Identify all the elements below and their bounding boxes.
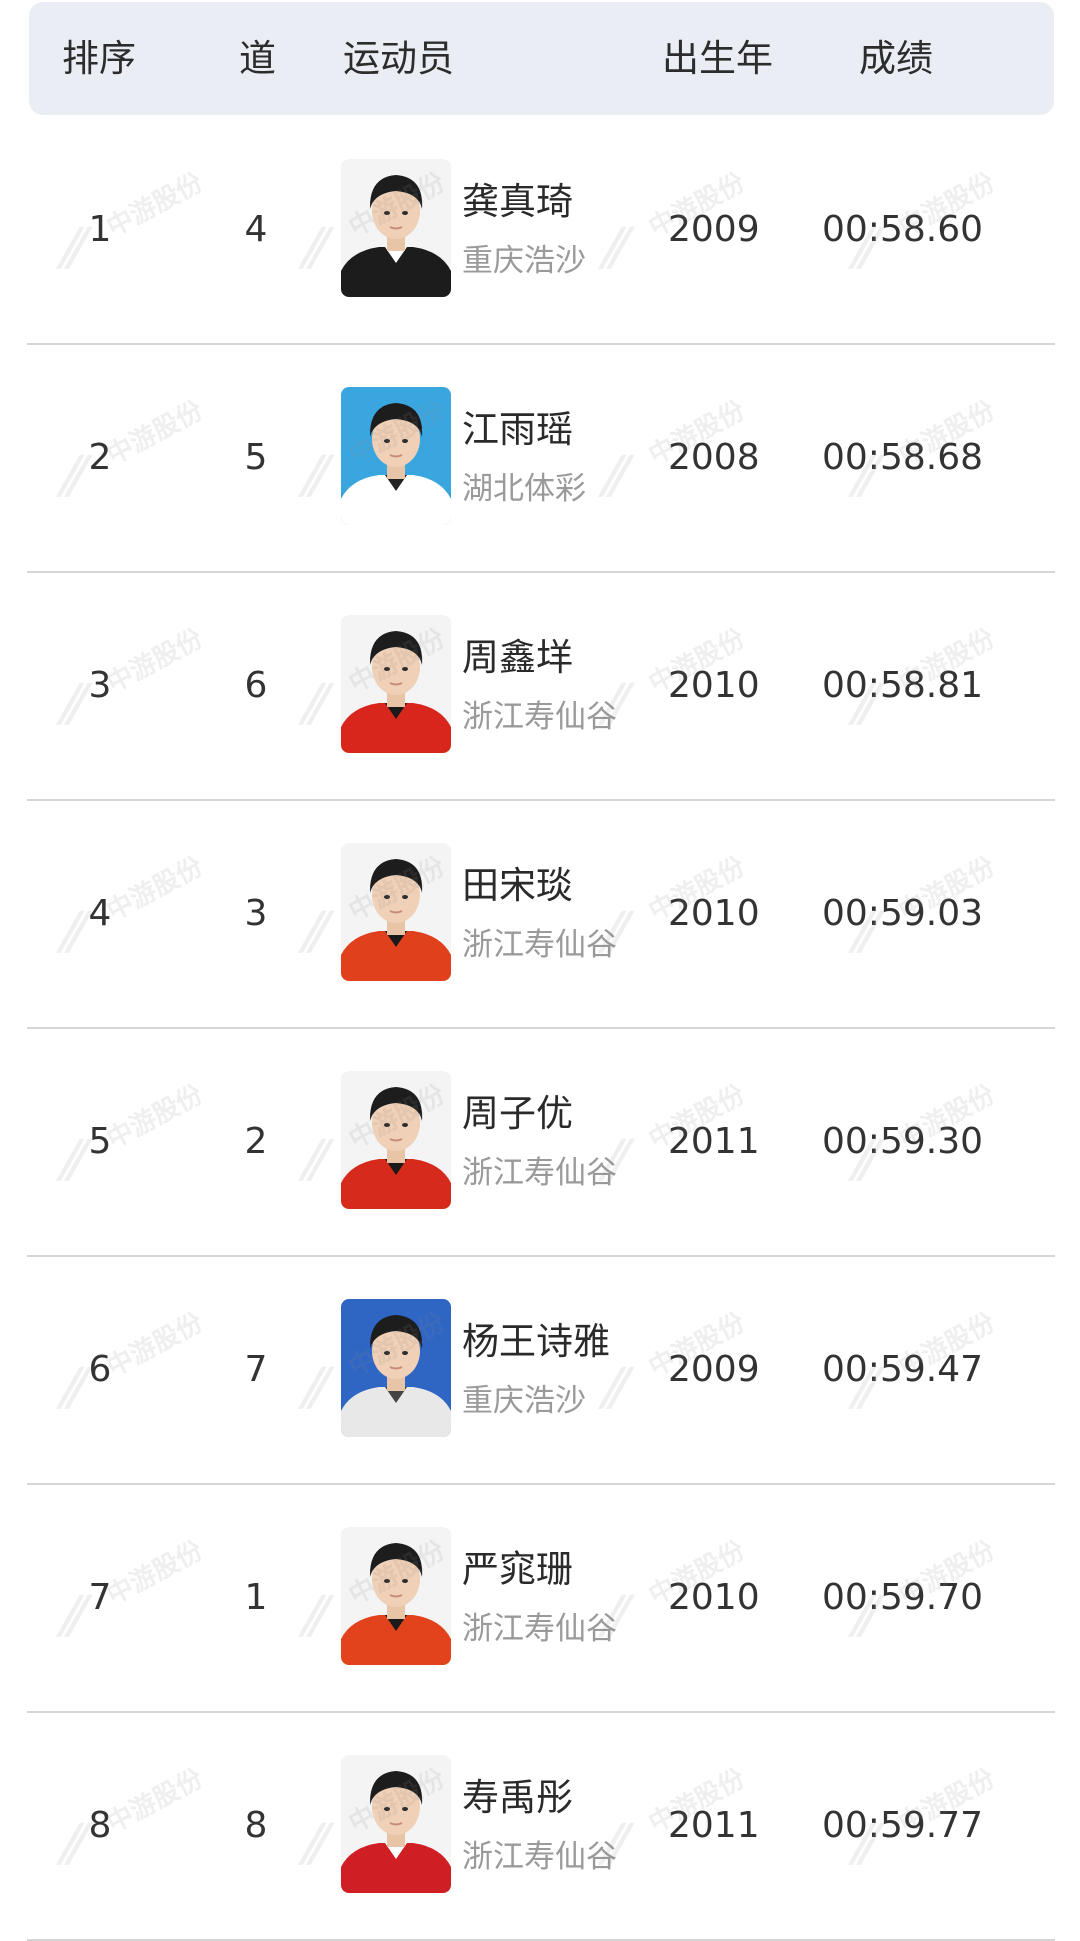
result-cell: 00:59.77 [822,1805,983,1846]
result-cell: 00:58.81 [822,665,983,706]
athlete-photo [341,1755,451,1893]
athlete-photo [341,387,451,525]
birth-year-cell: 2010 [668,893,760,934]
watermark-logo-icon: ⫽ [300,217,325,280]
athlete-team: 重庆浩沙 [462,1383,586,1419]
lane-cell: 7 [244,1349,268,1390]
rank-cell: 6 [88,1349,112,1390]
table-row[interactable]: 52周子优浙江寿仙谷201100:59.30⫽中游股份⫽中游股份⫽中游股份⫽中游… [0,1029,1080,1257]
athlete-photo [341,1299,451,1437]
birth-year-cell: 2011 [668,1805,760,1846]
athlete-name: 寿禹彤 [462,1776,573,1819]
table-row[interactable]: 43田宋琰浙江寿仙谷201000:59.03⫽中游股份⫽中游股份⫽中游股份⫽中游… [0,801,1080,1029]
watermark-logo-icon: ⫽ [300,1129,325,1192]
rank-cell: 7 [88,1577,112,1618]
watermark: ⫽中游股份 [300,1308,450,1421]
lane-cell: 1 [244,1577,268,1618]
athlete-photo [341,843,451,981]
watermark-logo-icon: ⫽ [300,901,325,964]
athlete-name: 江雨瑶 [462,408,573,451]
athlete-team: 湖北体彩 [462,471,586,507]
athlete-name: 周鑫垟 [462,636,573,679]
athlete-team: 浙江寿仙谷 [462,927,617,963]
watermark: ⫽中游股份 [300,624,450,737]
watermark: ⫽中游股份 [600,1308,750,1421]
rank-cell: 2 [88,437,112,478]
watermark-logo-icon: ⫽ [300,1357,325,1420]
rank-cell: 5 [88,1121,112,1162]
athlete-photo [341,159,451,297]
table-header: 排序 道 运动员 出生年 成绩 [29,2,1054,115]
table-row[interactable]: 67杨王诗雅重庆浩沙200900:59.47⫽中游股份⫽中游股份⫽中游股份⫽中游… [0,1257,1080,1485]
table-row[interactable]: 71严窕珊浙江寿仙谷201000:59.70⫽中游股份⫽中游股份⫽中游股份⫽中游… [0,1485,1080,1713]
watermark: ⫽中游股份 [300,1764,450,1877]
watermark: ⫽中游股份 [300,852,450,965]
watermark: ⫽中游股份 [600,396,750,509]
athlete-team: 重庆浩沙 [462,243,586,279]
table-row[interactable]: 14龚真琦重庆浩沙200900:58.60⫽中游股份⫽中游股份⫽中游股份⫽中游股… [0,117,1080,345]
header-athlete: 运动员 [343,37,454,80]
table-row[interactable]: 25江雨瑶湖北体彩200800:58.68⫽中游股份⫽中游股份⫽中游股份⫽中游股… [0,345,1080,573]
watermark-logo-icon: ⫽ [300,673,325,736]
birth-year-cell: 2009 [668,209,760,250]
result-cell: 00:59.03 [822,893,983,934]
birth-year-cell: 2009 [668,1349,760,1390]
result-cell: 00:58.68 [822,437,983,478]
watermark-logo-icon: ⫽ [300,1813,325,1876]
athlete-team: 浙江寿仙谷 [462,1155,617,1191]
lane-cell: 3 [244,893,268,934]
header-lane: 道 [239,37,276,80]
rank-cell: 4 [88,893,112,934]
watermark-logo-icon: ⫽ [600,217,625,280]
result-cell: 00:59.70 [822,1577,983,1618]
result-cell: 00:59.47 [822,1349,983,1390]
result-cell: 00:58.60 [822,209,983,250]
rank-cell: 3 [88,665,112,706]
athlete-photo [341,1527,451,1665]
athlete-name: 龚真琦 [462,180,573,223]
athlete-team: 浙江寿仙谷 [462,1611,617,1647]
birth-year-cell: 2008 [668,437,760,478]
header-rank: 排序 [62,37,136,80]
table-row[interactable]: 88寿禹彤浙江寿仙谷201100:59.77⫽中游股份⫽中游股份⫽中游股份⫽中游… [0,1713,1080,1941]
watermark: ⫽中游股份 [600,168,750,281]
lane-cell: 8 [244,1805,268,1846]
lane-cell: 5 [244,437,268,478]
watermark-logo-icon: ⫽ [300,1585,325,1648]
watermark: ⫽中游股份 [300,396,450,509]
athlete-name: 杨王诗雅 [462,1320,610,1363]
rank-cell: 8 [88,1805,112,1846]
birth-year-cell: 2010 [668,1577,760,1618]
header-result: 成绩 [859,37,933,80]
lane-cell: 4 [244,209,268,250]
birth-year-cell: 2011 [668,1121,760,1162]
lane-cell: 2 [244,1121,268,1162]
watermark-logo-icon: ⫽ [600,1357,625,1420]
watermark-logo-icon: ⫽ [300,445,325,508]
athlete-name: 田宋琰 [462,864,573,907]
athlete-name: 严窕珊 [462,1548,573,1591]
athlete-team: 浙江寿仙谷 [462,699,617,735]
result-cell: 00:59.30 [822,1121,983,1162]
watermark-logo-icon: ⫽ [600,445,625,508]
birth-year-cell: 2010 [668,665,760,706]
table-row[interactable]: 36周鑫垟浙江寿仙谷201000:58.81⫽中游股份⫽中游股份⫽中游股份⫽中游… [0,573,1080,801]
athlete-team: 浙江寿仙谷 [462,1839,617,1875]
header-birth-year: 出生年 [662,37,773,80]
watermark: ⫽中游股份 [300,1080,450,1193]
watermark: ⫽中游股份 [300,168,450,281]
athlete-name: 周子优 [462,1092,573,1135]
athlete-photo [341,1071,451,1209]
results-table: 1 4 龚真琦重庆浩沙 2009 00:58.60 ⫽中游股份 ⫽中游股份 ⫽中游股份 ⫽中游股… [0,117,1080,1941]
athlete-photo [341,615,451,753]
lane-cell: 6 [244,665,268,706]
watermark: ⫽中游股份 [300,1536,450,1649]
rank-cell: 1 [88,209,112,250]
